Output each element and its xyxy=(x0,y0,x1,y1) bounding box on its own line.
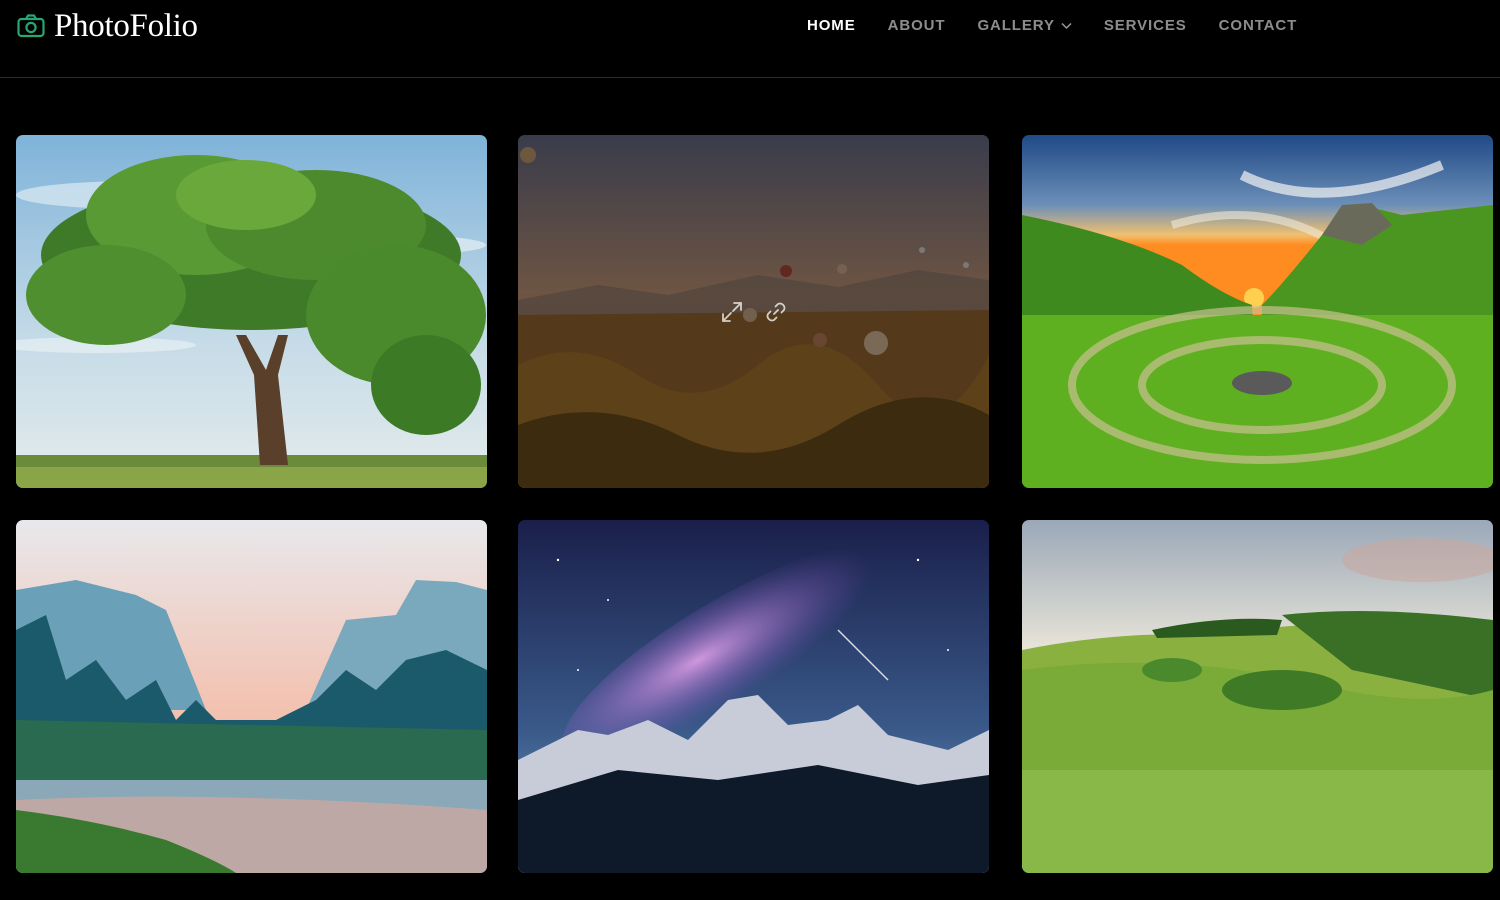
mountain-river-photo xyxy=(16,520,487,873)
nav-gallery[interactable]: GALLERY xyxy=(977,17,1072,34)
gallery-item-green-meadow[interactable] xyxy=(1022,520,1493,873)
milky-way-photo xyxy=(518,520,989,873)
nav-services-label: SERVICES xyxy=(1103,17,1187,34)
nav-about[interactable]: ABOUT xyxy=(888,17,946,34)
nav-contact-label: CONTACT xyxy=(1218,17,1298,34)
gallery-item-green-hills-sunset[interactable] xyxy=(1022,135,1493,488)
camera-icon xyxy=(17,14,45,38)
chevron-down-icon xyxy=(1061,22,1072,29)
gallery-item-balloons[interactable] xyxy=(518,135,989,488)
expand-icon[interactable] xyxy=(719,299,745,325)
gallery-item-mountain-river[interactable] xyxy=(16,520,487,873)
main-nav: HOME ABOUT GALLERY SERVICES CONTACT xyxy=(807,17,1297,34)
tree-photo xyxy=(16,135,487,488)
green-meadow-photo xyxy=(1022,520,1493,873)
gallery-item-milky-way[interactable] xyxy=(518,520,989,873)
brand-name: PhotoFolio xyxy=(54,7,198,44)
nav-gallery-label: GALLERY xyxy=(977,17,1055,34)
gallery-item-tree[interactable] xyxy=(16,135,487,488)
logo-link[interactable]: PhotoFolio xyxy=(16,6,198,46)
link-icon[interactable] xyxy=(763,299,789,325)
nav-services[interactable]: SERVICES xyxy=(1104,17,1187,34)
nav-contact[interactable]: CONTACT xyxy=(1219,17,1298,34)
nav-about-label: ABOUT xyxy=(887,17,946,34)
green-hills-sunset-photo xyxy=(1022,135,1493,488)
hover-overlay xyxy=(518,135,989,488)
site-header: PhotoFolio HOME ABOUT GALLERY SERVICES C… xyxy=(0,0,1500,78)
nav-home-label: HOME xyxy=(807,17,856,34)
nav-home[interactable]: HOME xyxy=(807,17,856,34)
